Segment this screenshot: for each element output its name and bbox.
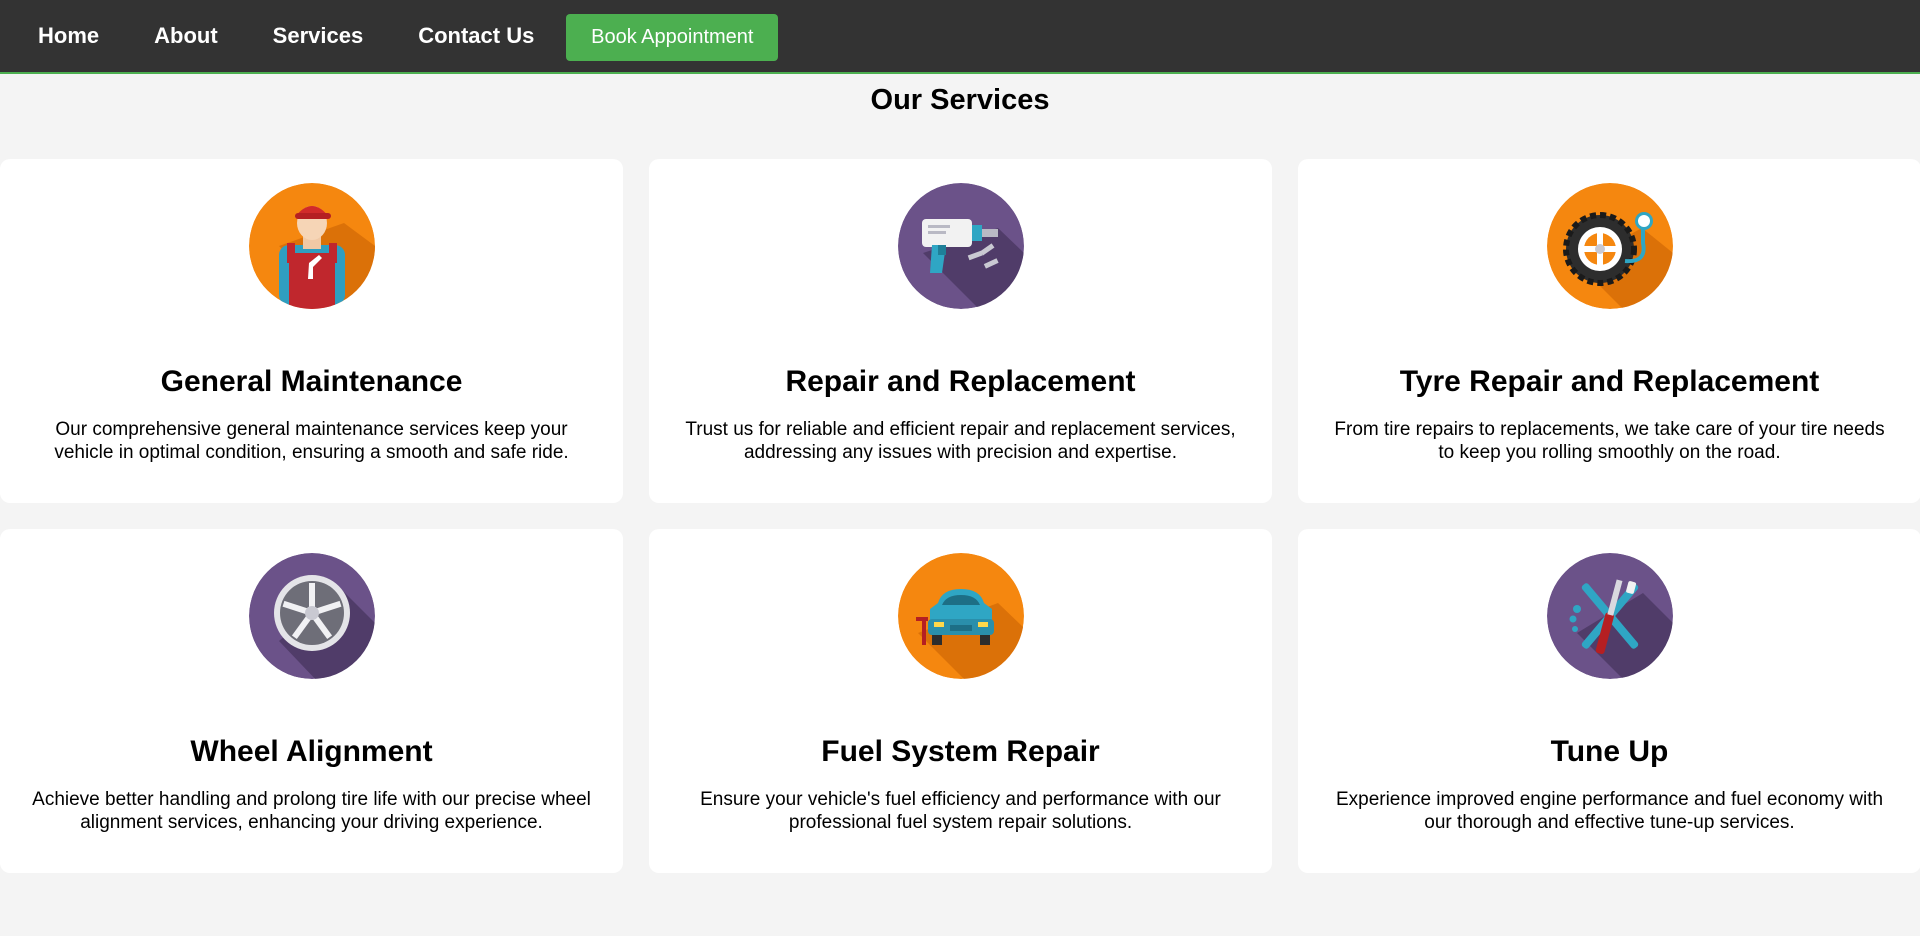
service-title: Fuel System Repair bbox=[821, 735, 1100, 768]
service-card-tyre-repair: Tyre Repair and Replacement From tire re… bbox=[1298, 159, 1920, 503]
services-grid: General Maintenance Our comprehensive ge… bbox=[0, 159, 1920, 873]
nav-home-link[interactable]: Home bbox=[38, 25, 99, 47]
alloy-wheel-icon bbox=[248, 553, 375, 679]
service-card-general-maintenance: General Maintenance Our comprehensive ge… bbox=[0, 159, 623, 503]
book-appointment-button[interactable]: Book Appointment bbox=[566, 13, 779, 61]
nav-services-link[interactable]: Services bbox=[273, 25, 364, 47]
services-section-title: Our Services bbox=[870, 84, 1050, 116]
service-description: Ensure your vehicle's fuel efficiency an… bbox=[700, 789, 1221, 833]
service-title: General Maintenance bbox=[160, 365, 463, 398]
service-description: From tire repairs to replacements, we ta… bbox=[1334, 419, 1885, 463]
impact-drill-icon bbox=[897, 183, 1024, 309]
service-card-fuel-system-repair: Fuel System Repair Ensure your vehicle's… bbox=[649, 529, 1272, 873]
nav-contact-link[interactable]: Contact Us bbox=[418, 25, 534, 47]
service-description: Achieve better handling and prolong tire… bbox=[32, 789, 591, 833]
service-title: Repair and Replacement bbox=[785, 365, 1136, 398]
car-lift-icon bbox=[897, 553, 1024, 679]
service-description: Trust us for reliable and efficient repa… bbox=[685, 419, 1236, 463]
mechanic-icon bbox=[248, 183, 375, 309]
service-description: Our comprehensive general maintenance se… bbox=[54, 419, 569, 463]
service-title: Wheel Alignment bbox=[190, 735, 433, 768]
service-card-repair-replacement: Repair and Replacement Trust us for reli… bbox=[649, 159, 1272, 503]
service-title: Tune Up bbox=[1550, 735, 1669, 768]
crossed-tools-icon bbox=[1546, 553, 1673, 679]
service-card-tune-up: Tune Up Experience improved engine perfo… bbox=[1298, 529, 1920, 873]
tire-pressure-icon bbox=[1546, 183, 1673, 309]
service-title: Tyre Repair and Replacement bbox=[1399, 365, 1820, 398]
service-description: Experience improved engine performance a… bbox=[1335, 789, 1884, 833]
service-card-wheel-alignment: Wheel Alignment Achieve better handling … bbox=[0, 529, 623, 873]
navbar: Home About Services Contact Us Book Appo… bbox=[0, 0, 1920, 74]
nav-about-link[interactable]: About bbox=[154, 25, 218, 47]
